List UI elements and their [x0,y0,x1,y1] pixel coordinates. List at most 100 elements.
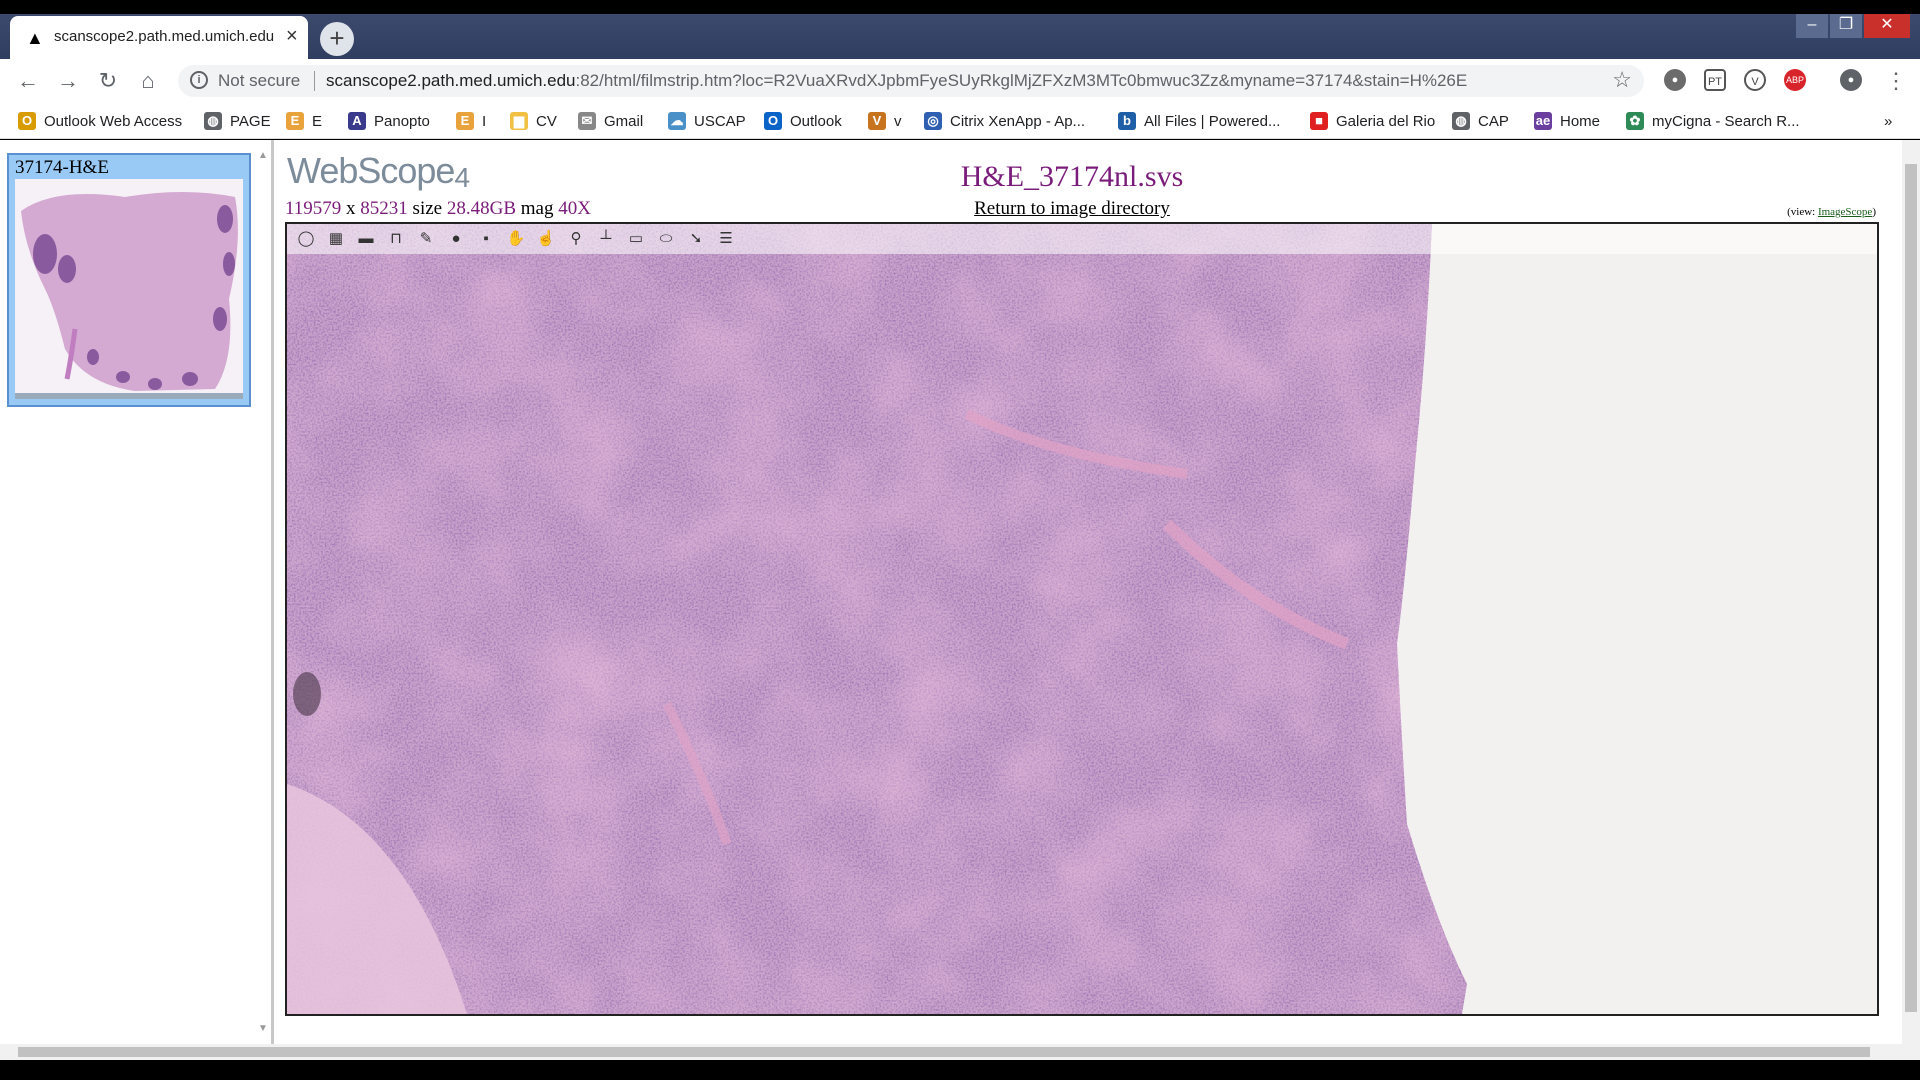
forward-icon[interactable]: → [54,67,82,95]
bookmark-item[interactable]: A Panopto [348,110,430,132]
globe-icon: ◍ [204,112,222,130]
box-icon: b [1118,112,1136,130]
close-window-icon[interactable]: ✕ [1864,14,1910,38]
slide-canvas[interactable]: ◯ ▦ ▬ ⊓ ✎ ● ▪ ✋ ☝ ⚲ ┴ ▭ ⬭ ➘ ☰ [285,222,1879,1016]
bookmark-item[interactable]: O Outlook [764,110,842,132]
bookmark-label: Home [1560,112,1601,130]
path-logo-icon: ▲ [26,28,44,48]
info-icon[interactable]: i [190,71,208,89]
page-horizontal-scrollbar[interactable] [0,1044,1920,1060]
ruler-icon[interactable]: ┴ [595,228,617,250]
browser-tab[interactable]: ▲ scanscope2.path.med.umich.edu × [10,16,308,59]
browser-window: ▲ scanscope2.path.med.umich.edu × + – ❐ … [0,0,1920,1080]
reload-icon[interactable]: ↻ [94,67,122,95]
address-bar[interactable]: i Not secure scanscope2.path.med.umich.e… [178,65,1644,97]
bookmark-item[interactable]: ■ Galeria del Rio [1310,110,1435,132]
vscroll-thumb[interactable] [1905,164,1917,1012]
image-height: 85231 [360,198,408,219]
image-info: 119579 x 85231 size 28.48GB mag 40X [285,198,591,220]
scroll-up-icon[interactable]: ▲ [258,150,268,161]
return-to-directory-link[interactable]: Return to image directory [877,198,1267,220]
bookmark-item[interactable]: ◎ Citrix XenApp - Ap... [924,110,1085,132]
window-controls: – ❐ ✕ [1794,14,1910,40]
webscope-logo: WebScope4 [287,150,470,193]
scroll-down-icon[interactable]: ▼ [258,1023,268,1034]
bookmark-item[interactable]: ae Home [1534,110,1600,132]
sidebar-scrollbar[interactable]: ▲ ▼ [256,150,270,1034]
bookmark-item[interactable]: EE [286,110,322,132]
bookmark-label: All Files | Powered... [1144,112,1281,130]
close-tab-icon[interactable]: × [286,25,298,48]
bookmark-item[interactable]: ✿ myCigna - Search R... [1626,110,1800,132]
ellipse-icon[interactable]: ⬭ [655,228,677,250]
pin-icon[interactable]: ⚲ [565,228,587,250]
pan-icon[interactable]: ✋ [505,228,527,250]
arrow-icon[interactable]: ➘ [685,228,707,250]
outlook-icon: O [764,112,782,130]
bookmarks-overflow-icon[interactable]: » [1884,110,1892,132]
logo-text: WebScope [287,150,455,191]
bookmark-label: Galeria del Rio [1336,112,1436,130]
adblock-icon[interactable]: ABP [1784,69,1806,91]
bookmark-label: Outlook Web Access [44,112,183,130]
extension-circle-icon[interactable]: ● [1664,69,1686,91]
thumbnail-icon[interactable]: ▦ [325,228,347,250]
bookmark-item[interactable]: b All Files | Powered... [1118,110,1280,132]
home-icon[interactable]: ⌂ [134,67,162,95]
citrix-icon: ◎ [924,112,942,130]
e-icon: E [286,112,304,130]
page-vertical-scrollbar[interactable] [1902,140,1920,1044]
url-path: :82/html/filmstrip.htm?loc=R2VuaXRvdXJpb… [575,71,1468,90]
navigate-icon[interactable]: ◯ [295,228,317,250]
bookmark-item[interactable]: O Outlook Web Access [18,110,182,132]
restore-icon[interactable]: ❐ [1830,14,1862,38]
thumbnail-label: 37174-H&E [15,157,109,178]
bookmark-item[interactable]: EI [456,110,486,132]
extension-pt-icon[interactable]: PT [1704,69,1726,91]
panopto-icon: A [348,112,366,130]
star-icon[interactable]: ☆ [1612,67,1632,93]
page-content: 37174-H&E ▲ ▼ WebScope4 119579 x 85231 s… [0,140,1920,1044]
cloud-icon: ☁ [668,112,686,130]
rectangle-icon[interactable]: ▭ [625,228,647,250]
logo-version: 4 [454,162,470,193]
bookmark-item[interactable]: ◍ CAP [1452,110,1509,132]
title-bar: ▲ scanscope2.path.med.umich.edu × + – ❐ … [0,14,1920,59]
bookmark-label: CV [536,112,557,130]
mag-value: 40X [558,198,591,219]
back-icon[interactable]: ← [14,67,42,95]
zoom-bar-icon[interactable]: ▬ [355,228,377,250]
annotations-icon[interactable]: ✎ [415,228,437,250]
minimize-icon[interactable]: – [1796,14,1828,38]
color-icon[interactable]: ● [445,228,467,250]
bookmark-item[interactable]: Vv [868,110,902,132]
menu-dots-icon[interactable]: ⋮ [1882,67,1910,95]
security-label: Not secure [218,71,301,90]
slide-thumbnail[interactable]: 37174-H&E [7,153,251,407]
bookmark-item[interactable]: ◍ PAGE [204,110,271,132]
extension-v-icon[interactable]: V [1744,69,1766,91]
bookmark-item[interactable]: ☁ USCAP [668,110,746,132]
image-width: 119579 [285,198,342,219]
globe-icon: ◍ [1452,112,1470,130]
bookmark-item[interactable]: ✉ Gmail [578,110,643,132]
profile-icon[interactable]: ● [1840,69,1862,91]
bookmark-item[interactable]: ▆ CV [510,110,557,132]
hscroll-thumb[interactable] [18,1047,1870,1057]
square-icon: ■ [1310,112,1328,130]
slide-title: H&E_37174nl.svs [960,160,1184,193]
view-prefix: (view: [1787,206,1818,218]
tab-title: scanscope2.path.med.umich.edu [54,28,275,45]
pointer-icon[interactable]: ☝ [535,228,557,250]
view-suffix: ) [1872,206,1876,218]
imagescope-link[interactable]: ImageScope [1818,206,1872,218]
menu-icon[interactable]: ☰ [715,228,737,250]
save-icon[interactable]: ▪ [475,228,497,250]
slide-label-icon[interactable]: ⊓ [385,228,407,250]
omnibox-separator [314,71,315,91]
bookmark-label: USCAP [694,112,746,130]
gmail-icon: ✉ [578,112,596,130]
dims-separator: x [346,198,356,219]
new-tab-button[interactable]: + [320,22,354,56]
url-text[interactable]: scanscope2.path.med.umich.edu:82/html/fi… [326,71,1467,91]
